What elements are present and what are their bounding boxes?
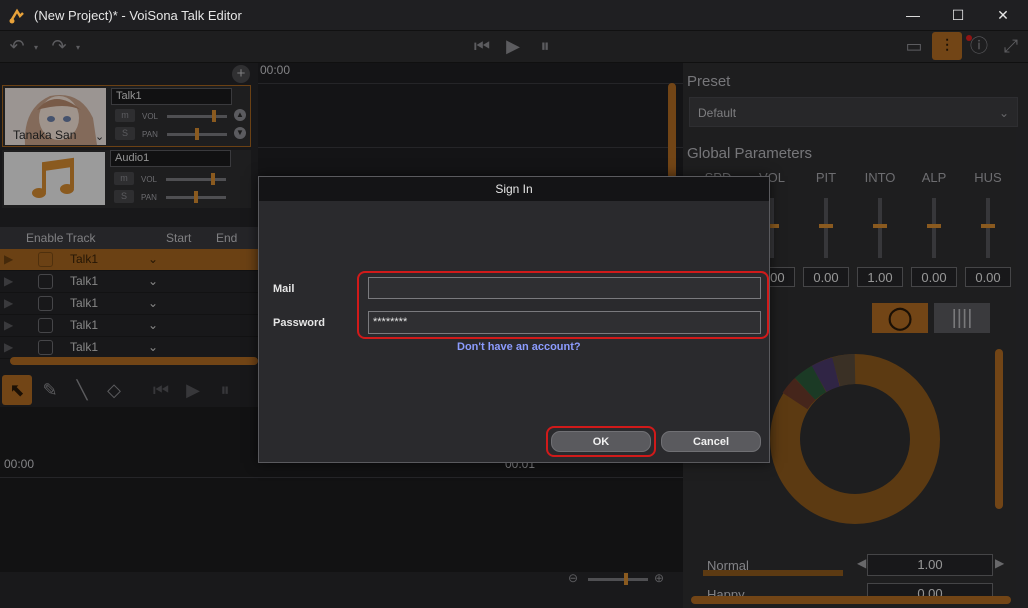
password-label: Password (273, 317, 325, 329)
ok-button[interactable]: OK (551, 431, 651, 452)
maximize-button[interactable]: ☐ (935, 0, 981, 31)
sign-in-dialog: Sign In Mail Password ******** Don't hav… (258, 176, 770, 463)
window-title: (New Project)* - VoiSona Talk Editor (34, 8, 242, 23)
dialog-title: Sign In (259, 177, 769, 201)
mail-field[interactable] (368, 277, 761, 299)
minimize-button[interactable]: — (890, 0, 936, 31)
title-bar: (New Project)* - VoiSona Talk Editor — ☐… (0, 0, 1028, 31)
close-button[interactable]: ✕ (980, 0, 1026, 31)
app-logo-icon (8, 7, 26, 25)
mail-label: Mail (273, 283, 295, 295)
signup-link[interactable]: Don't have an account? (457, 341, 581, 353)
cancel-button[interactable]: Cancel (661, 431, 761, 452)
password-field[interactable]: ******** (368, 311, 761, 334)
